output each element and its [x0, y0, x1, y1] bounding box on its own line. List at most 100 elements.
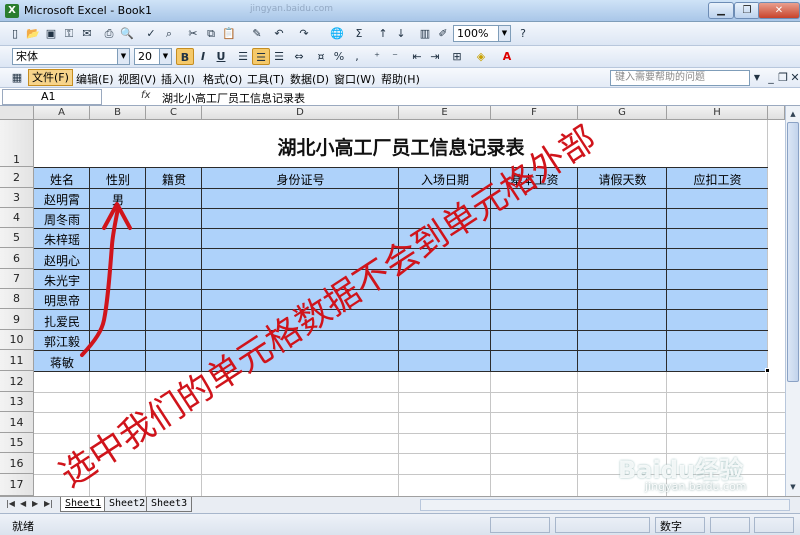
open-icon[interactable]: 📂: [24, 25, 42, 42]
select-all-corner[interactable]: [0, 106, 34, 120]
menu-insert[interactable]: 插入(I): [161, 71, 195, 87]
last-sheet-icon[interactable]: ▶|: [44, 499, 53, 508]
underline-button[interactable]: U: [212, 48, 230, 65]
name-cell[interactable]: 朱光宇: [34, 272, 90, 289]
row-header-3[interactable]: 3: [0, 188, 34, 208]
name-box[interactable]: A1: [2, 89, 102, 105]
undo-icon[interactable]: ↶: [270, 25, 288, 42]
font-name-select[interactable]: 宋体 ▼: [12, 48, 130, 65]
email-icon[interactable]: ✉: [78, 25, 96, 42]
close-button[interactable]: ✕: [758, 2, 800, 19]
fill-handle[interactable]: [765, 368, 770, 373]
chart-wizard-icon[interactable]: ▥: [416, 25, 434, 42]
merge-center-icon[interactable]: ⇔: [290, 48, 308, 65]
menu-window[interactable]: 窗口(W): [334, 71, 375, 87]
header-cell[interactable]: 应扣工资: [667, 171, 768, 188]
next-sheet-icon[interactable]: ▶: [32, 499, 38, 508]
header-cell[interactable]: 请假天数: [578, 171, 667, 188]
prev-sheet-icon[interactable]: ◀: [20, 499, 26, 508]
menu-help[interactable]: 帮助(H): [381, 71, 420, 87]
row-header-15[interactable]: 15: [0, 433, 34, 453]
format-painter-icon[interactable]: ✎: [248, 25, 266, 42]
font-color-icon[interactable]: A: [498, 48, 516, 65]
header-cell[interactable]: 基本工资: [491, 171, 578, 188]
name-cell[interactable]: 扎爱民: [34, 313, 90, 330]
gender-cell[interactable]: 男: [90, 191, 146, 208]
new-icon[interactable]: ▯: [6, 25, 24, 42]
percent-button[interactable]: %: [330, 48, 348, 65]
column-header-h[interactable]: H: [667, 106, 768, 120]
header-cell[interactable]: 入场日期: [399, 171, 491, 188]
formula-input[interactable]: 湖北小高工厂员工信息记录表: [162, 90, 305, 106]
name-cell[interactable]: 赵明霄: [34, 191, 90, 208]
align-center-icon[interactable]: ☰: [252, 48, 270, 65]
help-search-input[interactable]: 键入需要帮助的问题: [610, 70, 750, 86]
scroll-up-icon[interactable]: ▲: [787, 107, 799, 121]
increase-decimal-icon[interactable]: ⁺: [368, 48, 386, 65]
row-header-9[interactable]: 9: [0, 309, 34, 330]
menu-data[interactable]: 数据(D): [290, 71, 329, 87]
header-cell[interactable]: 籍贯: [146, 171, 202, 188]
save-icon[interactable]: ▣: [42, 25, 60, 42]
name-cell[interactable]: 周冬雨: [34, 211, 90, 228]
row-header-12[interactable]: 12: [0, 371, 34, 392]
minimize-button[interactable]: ▁: [708, 2, 734, 19]
tab-sheet3[interactable]: Sheet3: [146, 497, 193, 512]
drawing-icon[interactable]: ✐: [434, 25, 452, 42]
row-header-13[interactable]: 13: [0, 392, 34, 412]
row-header-1[interactable]: 1: [0, 120, 34, 167]
print-preview-icon[interactable]: 🔍: [118, 25, 136, 42]
fx-icon[interactable]: fx: [141, 90, 150, 101]
column-header-e[interactable]: E: [399, 106, 491, 120]
name-cell[interactable]: 朱梓瑶: [34, 231, 90, 248]
menu-format[interactable]: 格式(O): [203, 71, 242, 87]
tab-sheet1[interactable]: Sheet1: [60, 497, 107, 512]
name-cell[interactable]: 郭江毅: [34, 333, 90, 350]
tab-sheet2[interactable]: Sheet2: [104, 497, 151, 512]
redo-icon[interactable]: ↷: [295, 25, 313, 42]
decrease-decimal-icon[interactable]: ⁻: [386, 48, 404, 65]
row-header-6[interactable]: 6: [0, 248, 34, 269]
borders-icon[interactable]: ⊞: [448, 48, 466, 65]
menu-edit[interactable]: 编辑(E): [76, 71, 114, 87]
help-icon[interactable]: ?: [514, 25, 532, 42]
menu-tools[interactable]: 工具(T): [247, 71, 284, 87]
comma-style-icon[interactable]: ,: [348, 48, 366, 65]
row-header-14[interactable]: 14: [0, 412, 34, 433]
column-header-b[interactable]: B: [90, 106, 146, 120]
column-header-a[interactable]: A: [34, 106, 90, 120]
sort-descending-icon[interactable]: ↓: [392, 25, 410, 42]
column-header-f[interactable]: F: [491, 106, 578, 120]
permission-icon[interactable]: ⚿: [60, 25, 78, 42]
menu-file[interactable]: 文件(F): [28, 69, 73, 86]
header-cell[interactable]: 姓名: [34, 171, 90, 188]
bold-button[interactable]: B: [176, 48, 194, 65]
row-header-8[interactable]: 8: [0, 289, 34, 309]
scroll-down-icon[interactable]: ▼: [787, 480, 799, 494]
zoom-select[interactable]: 100% ▼: [453, 25, 511, 42]
row-header-7[interactable]: 7: [0, 269, 34, 289]
horizontal-scrollbar[interactable]: [420, 499, 790, 511]
menu-view[interactable]: 视图(V): [118, 71, 156, 87]
column-header-d[interactable]: D: [202, 106, 399, 120]
name-cell[interactable]: 明思帝: [34, 292, 90, 309]
cut-icon[interactable]: ✂: [184, 25, 202, 42]
header-cell[interactable]: 性别: [90, 171, 146, 188]
first-sheet-icon[interactable]: |◀: [6, 499, 15, 508]
name-cell[interactable]: 蒋敏: [34, 354, 90, 371]
row-header-16[interactable]: 16: [0, 453, 34, 474]
row-header-4[interactable]: 4: [0, 208, 34, 228]
hyperlink-icon[interactable]: 🌐: [328, 25, 346, 42]
row-header-17[interactable]: 17: [0, 474, 34, 496]
sort-ascending-icon[interactable]: ↑: [374, 25, 392, 42]
copy-icon[interactable]: ⧉: [202, 25, 220, 42]
header-cell[interactable]: 身份证号: [202, 171, 399, 188]
row-header-2[interactable]: 2: [0, 167, 34, 188]
font-size-select[interactable]: 20 ▼: [134, 48, 172, 65]
italic-button[interactable]: I: [194, 48, 212, 65]
column-header-c[interactable]: C: [146, 106, 202, 120]
worksheet-grid[interactable]: A B C D E F G H 1 2 3 4 5 6 7 8 9 10 11 …: [0, 106, 785, 496]
row-header-11[interactable]: 11: [0, 350, 34, 371]
restore-button[interactable]: ❐: [734, 2, 760, 19]
currency-icon[interactable]: ¤: [312, 48, 330, 65]
